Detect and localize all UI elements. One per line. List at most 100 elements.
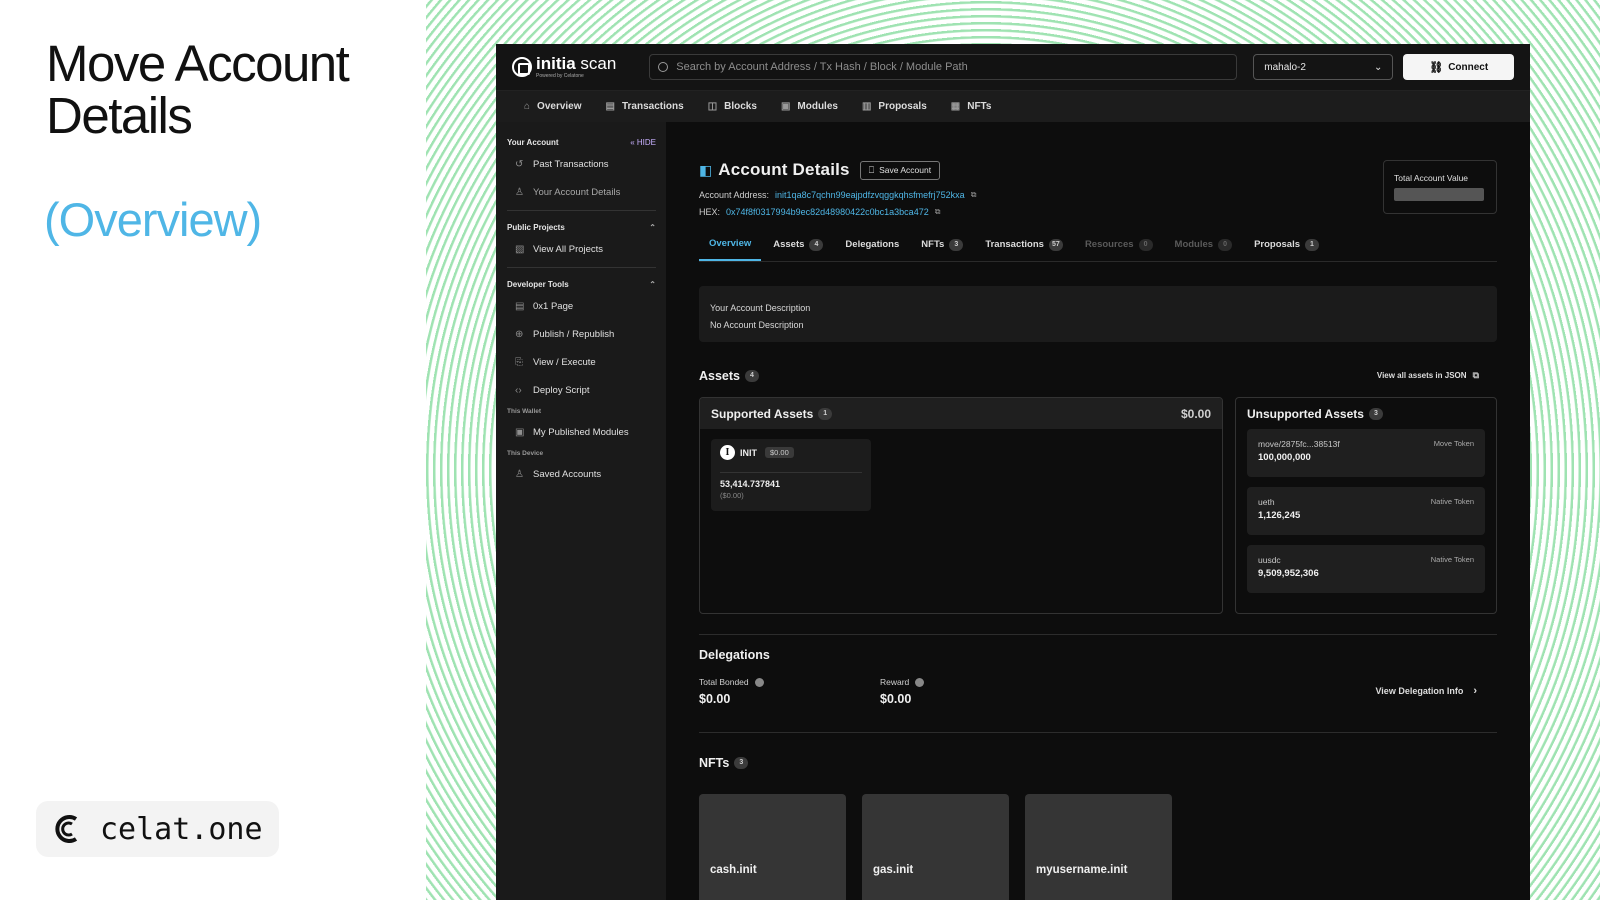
view-delegation-info-link[interactable]: View Delegation Info › <box>1375 685 1477 697</box>
sidebar-section-developer-tools[interactable]: Developer Tools ⌃ <box>507 276 656 292</box>
count-badge: 57 <box>1048 238 1063 251</box>
nft-card[interactable]: myusername.init <box>1025 794 1172 900</box>
token-symbol: INIT <box>740 447 757 458</box>
nav-label: Transactions <box>621 101 684 112</box>
unsupported-asset-item[interactable]: move/2875fc...38513f 100,000,000 Move To… <box>1247 429 1485 477</box>
asset-type: Move Token <box>1433 439 1474 448</box>
tab-resources[interactable]: Resources 0 <box>1085 236 1153 261</box>
sidebar-item-label: My Published Modules <box>533 426 629 438</box>
network-select[interactable]: mahalo-2 ⌄ <box>1253 54 1394 80</box>
sidebar-item-my-published-modules[interactable]: ▣ My Published Modules <box>507 418 656 446</box>
total-bonded-label: Total Bonded <box>699 677 764 687</box>
count-badge: 3 <box>1368 407 1383 420</box>
tab-nfts[interactable]: NFTs 3 <box>921 236 964 261</box>
slide-subtitle: (Overview) <box>44 193 262 246</box>
unsupported-assets-title: Unsupported Assets 3 <box>1247 398 1485 429</box>
module-icon: ▣ <box>515 426 525 438</box>
nav-overview[interactable]: ⌂ Overview <box>524 101 582 112</box>
slide-title-line1: Move Account <box>46 35 350 92</box>
network-value: mahalo-2 <box>1264 61 1306 73</box>
initia-scan-logo[interactable]: initia scan Powered by Celatone <box>512 55 649 79</box>
search-input[interactable] <box>676 61 1237 73</box>
save-account-button[interactable]: ⎕ Save Account <box>859 160 941 180</box>
sidebar-item-past-transactions[interactable]: ↺ Past Transactions <box>507 150 656 178</box>
nav-label: NFTs <box>967 101 992 112</box>
transactions-icon: ▤ <box>605 101 615 112</box>
account-address-link[interactable]: init1qa8c7qchn99eajpdfzvqggkqhsfmefrj752… <box>775 190 965 200</box>
sidebar-section-public-projects[interactable]: Public Projects ⌃ <box>507 219 656 235</box>
external-link-icon: ⧉ <box>1472 370 1479 380</box>
slide-panel: Move Account Details (Overview) celat.on… <box>0 0 426 900</box>
nft-name: cash.init <box>710 864 757 876</box>
nav-blocks[interactable]: ◫ Blocks <box>708 101 757 112</box>
copy-icon[interactable]: ⧉ <box>971 190 977 200</box>
tab-proposals[interactable]: Proposals 1 <box>1254 236 1319 261</box>
token-price-badge: $0.00 <box>765 447 794 458</box>
sidebar-section-your-account: Your Account « HIDE <box>507 134 656 150</box>
sidebar-item-0x1-page[interactable]: ▤ 0x1 Page <box>507 292 656 320</box>
asset-type: Native Token <box>1430 497 1474 506</box>
bookmark-icon: ⎕ <box>868 164 875 175</box>
nav-modules[interactable]: ▣ Modules <box>781 101 838 112</box>
view-assets-json-link[interactable]: View all assets in JSON ⧉ <box>1377 370 1479 381</box>
token-card-init[interactable]: I INIT $0.00 53,414.737841 ($0.00) <box>711 439 871 511</box>
search-bar[interactable] <box>649 54 1238 80</box>
nft-card[interactable]: gas.init <box>862 794 1009 900</box>
sidebar-item-saved-accounts[interactable]: ♙ Saved Accounts <box>507 460 656 488</box>
sidebar-item-label: Your Account Details <box>533 186 621 198</box>
sidebar-item-view-execute[interactable]: ⎘ View / Execute <box>507 348 656 376</box>
nav-nfts[interactable]: ▦ NFTs <box>951 101 992 112</box>
tab-assets[interactable]: Assets 4 <box>773 236 824 261</box>
sidebar-item-view-all-projects[interactable]: ▧ View All Projects <box>507 235 656 263</box>
sidebar-heading: Developer Tools <box>507 279 569 289</box>
info-icon[interactable] <box>754 677 764 687</box>
asset-amount: 9,509,952,306 <box>1258 568 1319 579</box>
connect-button[interactable]: ⛓ Connect <box>1403 54 1514 80</box>
reward-value: $0.00 <box>880 692 912 706</box>
section-title: Assets <box>699 369 740 383</box>
copy-icon[interactable]: ⧉ <box>935 207 941 217</box>
save-account-label: Save Account <box>879 165 932 175</box>
nav-transactions[interactable]: ▤ Transactions <box>606 101 684 112</box>
account-header: ◧ Account Details ⎕ Save Account <box>699 160 941 180</box>
hide-sidebar-button[interactable]: « HIDE <box>630 138 656 147</box>
total-value-placeholder <box>1394 188 1484 201</box>
total-bonded: Total Bonded $0.00 <box>699 677 764 706</box>
total-account-value: Total Account Value <box>1383 160 1497 214</box>
account-address-label: Account Address: <box>699 190 770 200</box>
sidebar-divider <box>507 210 656 211</box>
nav-proposals[interactable]: ▥ Proposals <box>862 101 927 112</box>
reward-label: Reward <box>880 677 925 687</box>
sidebar-heading: Public Projects <box>507 222 565 232</box>
token-usd-value: ($0.00) <box>720 491 744 500</box>
init-token-icon: I <box>720 445 735 460</box>
hex-address-link[interactable]: 0x74f8f0317994b9ec82d48980422c0bc1a3bca4… <box>726 207 929 217</box>
tab-label: Delegations <box>845 239 900 250</box>
section-divider <box>699 732 1497 733</box>
sidebar-item-account-details[interactable]: ♙ Your Account Details <box>507 178 656 206</box>
slide-title: Move Account Details <box>46 35 350 142</box>
count-badge: 1 <box>818 407 833 420</box>
nft-card[interactable]: cash.init <box>699 794 846 900</box>
token-card-header: I INIT $0.00 <box>720 445 862 473</box>
section-divider <box>699 634 1497 635</box>
nav-label: Modules <box>797 101 838 112</box>
sidebar-item-label: View / Execute <box>533 356 596 368</box>
supported-assets-value: $0.00 <box>1180 406 1211 421</box>
unsupported-asset-item[interactable]: uusdc 9,509,952,306 Native Token <box>1247 545 1485 593</box>
initia-logo-icon <box>512 57 532 77</box>
projects-icon: ▧ <box>515 243 525 255</box>
unsupported-asset-item[interactable]: ueth 1,126,245 Native Token <box>1247 487 1485 535</box>
sidebar-item-deploy-script[interactable]: ‹› Deploy Script <box>507 376 656 404</box>
sidebar-item-publish[interactable]: ⊕ Publish / Republish <box>507 320 656 348</box>
tab-label: Transactions <box>985 239 1044 250</box>
info-icon[interactable] <box>915 677 925 687</box>
token-amount: 53,414.737841 <box>720 479 781 489</box>
tab-modules[interactable]: Modules 0 <box>1175 236 1233 261</box>
tab-transactions[interactable]: Transactions 57 <box>985 236 1063 261</box>
logo-subtext: Powered by Celatone <box>536 73 584 79</box>
tab-overview[interactable]: Overview <box>699 236 762 261</box>
chevron-right-icon: › <box>1473 685 1477 697</box>
execute-icon: ⎘ <box>515 356 523 368</box>
tab-delegations[interactable]: Delegations <box>845 236 899 261</box>
